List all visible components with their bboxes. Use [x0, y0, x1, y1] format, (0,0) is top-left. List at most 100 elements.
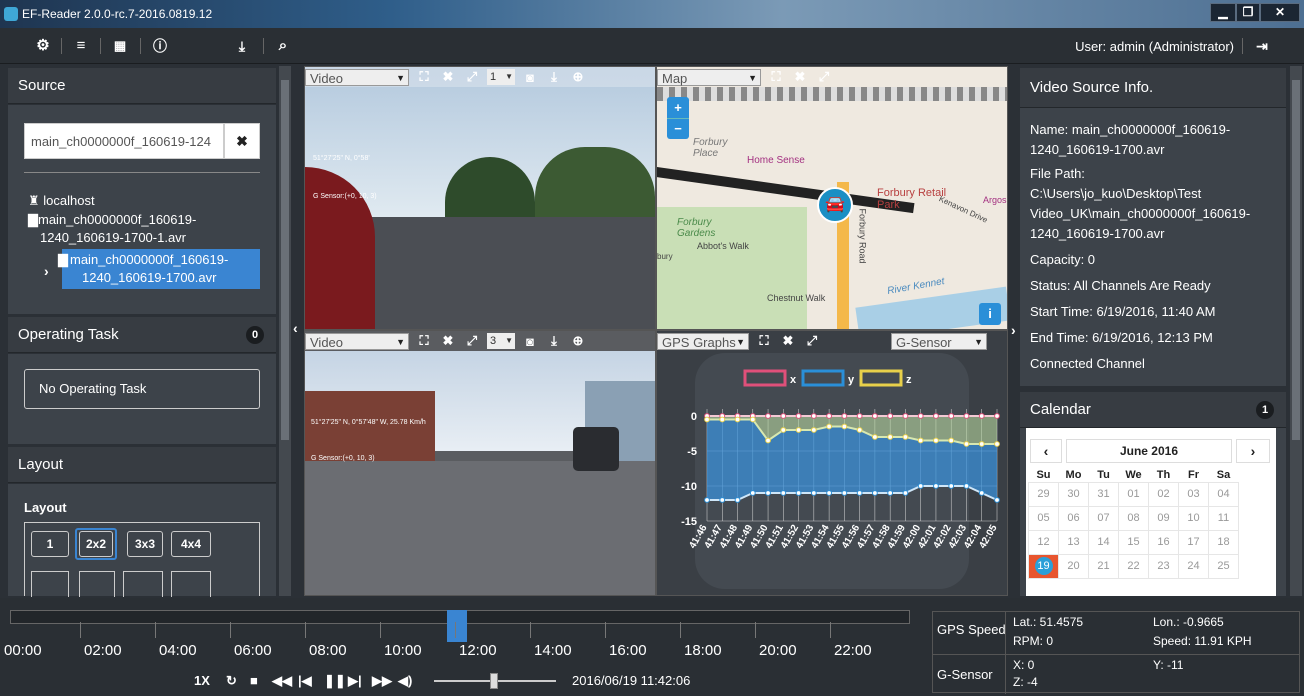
- next-frame-icon[interactable]: ▶|: [348, 673, 362, 689]
- calendar-day[interactable]: 11: [1208, 505, 1239, 531]
- tree-file-2-selected[interactable]: ▇ main_ch0000000f_160619- 1240_160619-170…: [58, 249, 260, 289]
- calendar-day[interactable]: 15: [1118, 529, 1149, 555]
- calendar-day[interactable]: 24: [1178, 553, 1209, 579]
- calendar-day[interactable]: 07: [1088, 505, 1119, 531]
- volume-slider-thumb[interactable]: [490, 673, 498, 689]
- fullscreen-icon[interactable]: ⛶: [755, 333, 773, 349]
- calendar-prev-button[interactable]: ‹: [1030, 439, 1062, 463]
- close-icon[interactable]: ✖: [439, 69, 457, 85]
- right-scrollbar[interactable]: [1290, 66, 1302, 596]
- calendar-day[interactable]: 09: [1148, 505, 1179, 531]
- map-pane[interactable]: Forbury Place Home Sense Forbury Retail …: [656, 66, 1008, 330]
- pane-3-source-select[interactable]: Video: [305, 332, 409, 351]
- calendar-day[interactable]: 14: [1088, 529, 1119, 555]
- calendar-day[interactable]: 30: [1058, 481, 1089, 507]
- calendar-day[interactable]: 31: [1088, 481, 1119, 507]
- download-icon[interactable]: ⤓: [545, 69, 563, 85]
- zoom-icon[interactable]: ⊕: [569, 69, 587, 85]
- expand-icon[interactable]: ⤢: [463, 333, 481, 349]
- pane-2-source-select[interactable]: Map: [657, 68, 761, 87]
- snapshot-icon[interactable]: ◙: [521, 70, 539, 85]
- left-scrollbar[interactable]: [279, 66, 291, 596]
- close-icon[interactable]: ✖: [779, 333, 797, 349]
- layout-1-button[interactable]: 1: [31, 531, 69, 557]
- close-button[interactable]: ✕: [1260, 3, 1300, 22]
- search-icon[interactable]: ⌕: [273, 37, 293, 57]
- calendar-day[interactable]: 06: [1058, 505, 1089, 531]
- layout-2x2-button[interactable]: 2x2: [79, 531, 113, 557]
- map-zoom-in-button[interactable]: +: [667, 97, 689, 118]
- calendar-day[interactable]: 29: [1028, 481, 1059, 507]
- rewind-icon[interactable]: ◀◀: [272, 673, 292, 689]
- video-pane-2[interactable]: 51°27'25" N, 0°57'48" W, 25.78 Km/h G Se…: [304, 330, 656, 596]
- calendar-next-button[interactable]: ›: [1236, 439, 1270, 463]
- collapse-left-icon[interactable]: ‹: [293, 320, 298, 336]
- expand-icon[interactable]: ⤢: [815, 69, 833, 85]
- replay-icon[interactable]: ↻: [226, 673, 237, 689]
- map-zoom-out-button[interactable]: −: [667, 118, 689, 139]
- download-icon[interactable]: ⤓: [232, 37, 252, 57]
- zoom-icon[interactable]: ⊕: [569, 333, 587, 349]
- layout-4x4-button[interactable]: 4x4: [171, 531, 211, 557]
- calendar-day[interactable]: 05: [1028, 505, 1059, 531]
- calendar-month-label[interactable]: June 2016: [1066, 439, 1232, 463]
- grid-icon[interactable]: ▦: [110, 37, 130, 57]
- layout-preset-icon[interactable]: [31, 571, 69, 597]
- calendar-day[interactable]: 20: [1058, 553, 1089, 579]
- video-pane-1[interactable]: 51°27'25" N, 0°58' G Sensor:(+0, 10, 3) …: [304, 66, 656, 330]
- calendar-day[interactable]: 18: [1208, 529, 1239, 555]
- stop-icon[interactable]: ■: [250, 673, 258, 688]
- scrollbar-thumb[interactable]: [281, 80, 289, 440]
- download-icon[interactable]: ⤓: [545, 333, 563, 349]
- gear-icon[interactable]: ⚙: [33, 37, 53, 57]
- layout-3x3-button[interactable]: 3x3: [127, 531, 163, 557]
- pane-3-channel-select[interactable]: 3 ▼: [487, 333, 515, 349]
- calendar-day-selected[interactable]: 19: [1028, 553, 1059, 579]
- calendar-day[interactable]: 21: [1088, 553, 1119, 579]
- previous-frame-icon[interactable]: |◀: [298, 673, 312, 689]
- calendar-day[interactable]: 04: [1208, 481, 1239, 507]
- tree-file-1[interactable]: ▇main_ch0000000f_160619- 1240_160619-170…: [28, 211, 196, 247]
- map-info-button[interactable]: i: [979, 303, 1001, 325]
- close-icon[interactable]: ✖: [791, 69, 809, 85]
- source-search-input[interactable]: main_ch0000000f_160619-124: [31, 134, 211, 149]
- scrollbar-thumb[interactable]: [1292, 80, 1300, 440]
- pause-icon[interactable]: ❚❚: [324, 673, 346, 689]
- timeline-playhead[interactable]: [447, 610, 467, 642]
- calendar-day[interactable]: 10: [1178, 505, 1209, 531]
- calendar-day[interactable]: 03: [1178, 481, 1209, 507]
- minimize-button[interactable]: ▁: [1210, 3, 1236, 22]
- list-icon[interactable]: ≡: [71, 37, 91, 57]
- calendar-day[interactable]: 16: [1148, 529, 1179, 555]
- expand-icon[interactable]: ⤢: [463, 69, 481, 85]
- calendar-day[interactable]: 12: [1028, 529, 1059, 555]
- info-icon[interactable]: ⓘ: [150, 37, 170, 57]
- calendar-day[interactable]: 13: [1058, 529, 1089, 555]
- logout-icon[interactable]: ⇥: [1252, 37, 1272, 57]
- close-icon[interactable]: ✖: [439, 333, 457, 349]
- playback-speed[interactable]: 1X: [194, 673, 210, 688]
- maximize-button[interactable]: ❐: [1236, 3, 1260, 22]
- snapshot-icon[interactable]: ◙: [521, 334, 539, 349]
- tree-root[interactable]: ♜ localhost: [28, 193, 95, 209]
- calendar-day[interactable]: 01: [1118, 481, 1149, 507]
- calendar-day[interactable]: 22: [1118, 553, 1149, 579]
- clear-search-button[interactable]: ✖: [224, 123, 260, 159]
- layout-preset-icon[interactable]: [123, 571, 163, 597]
- pane-4-sensor-select[interactable]: G-Sensor: [891, 332, 987, 351]
- calendar-day[interactable]: 23: [1148, 553, 1179, 579]
- pane-4-source-select[interactable]: GPS Graphs: [657, 332, 749, 351]
- fullscreen-icon[interactable]: ⛶: [415, 69, 433, 85]
- collapse-right-icon[interactable]: ›: [1011, 322, 1016, 338]
- calendar-day[interactable]: 25: [1208, 553, 1239, 579]
- chevron-right-icon[interactable]: ›: [44, 263, 49, 279]
- pane-1-source-select[interactable]: Video: [305, 68, 409, 87]
- fast-forward-icon[interactable]: ▶▶: [372, 673, 392, 689]
- calendar-day[interactable]: 17: [1178, 529, 1209, 555]
- layout-preset-icon[interactable]: [171, 571, 211, 597]
- expand-icon[interactable]: ⤢: [803, 333, 821, 349]
- calendar-day[interactable]: 02: [1148, 481, 1179, 507]
- fullscreen-icon[interactable]: ⛶: [767, 69, 785, 85]
- volume-icon[interactable]: ◀): [398, 673, 412, 689]
- calendar-day[interactable]: 08: [1118, 505, 1149, 531]
